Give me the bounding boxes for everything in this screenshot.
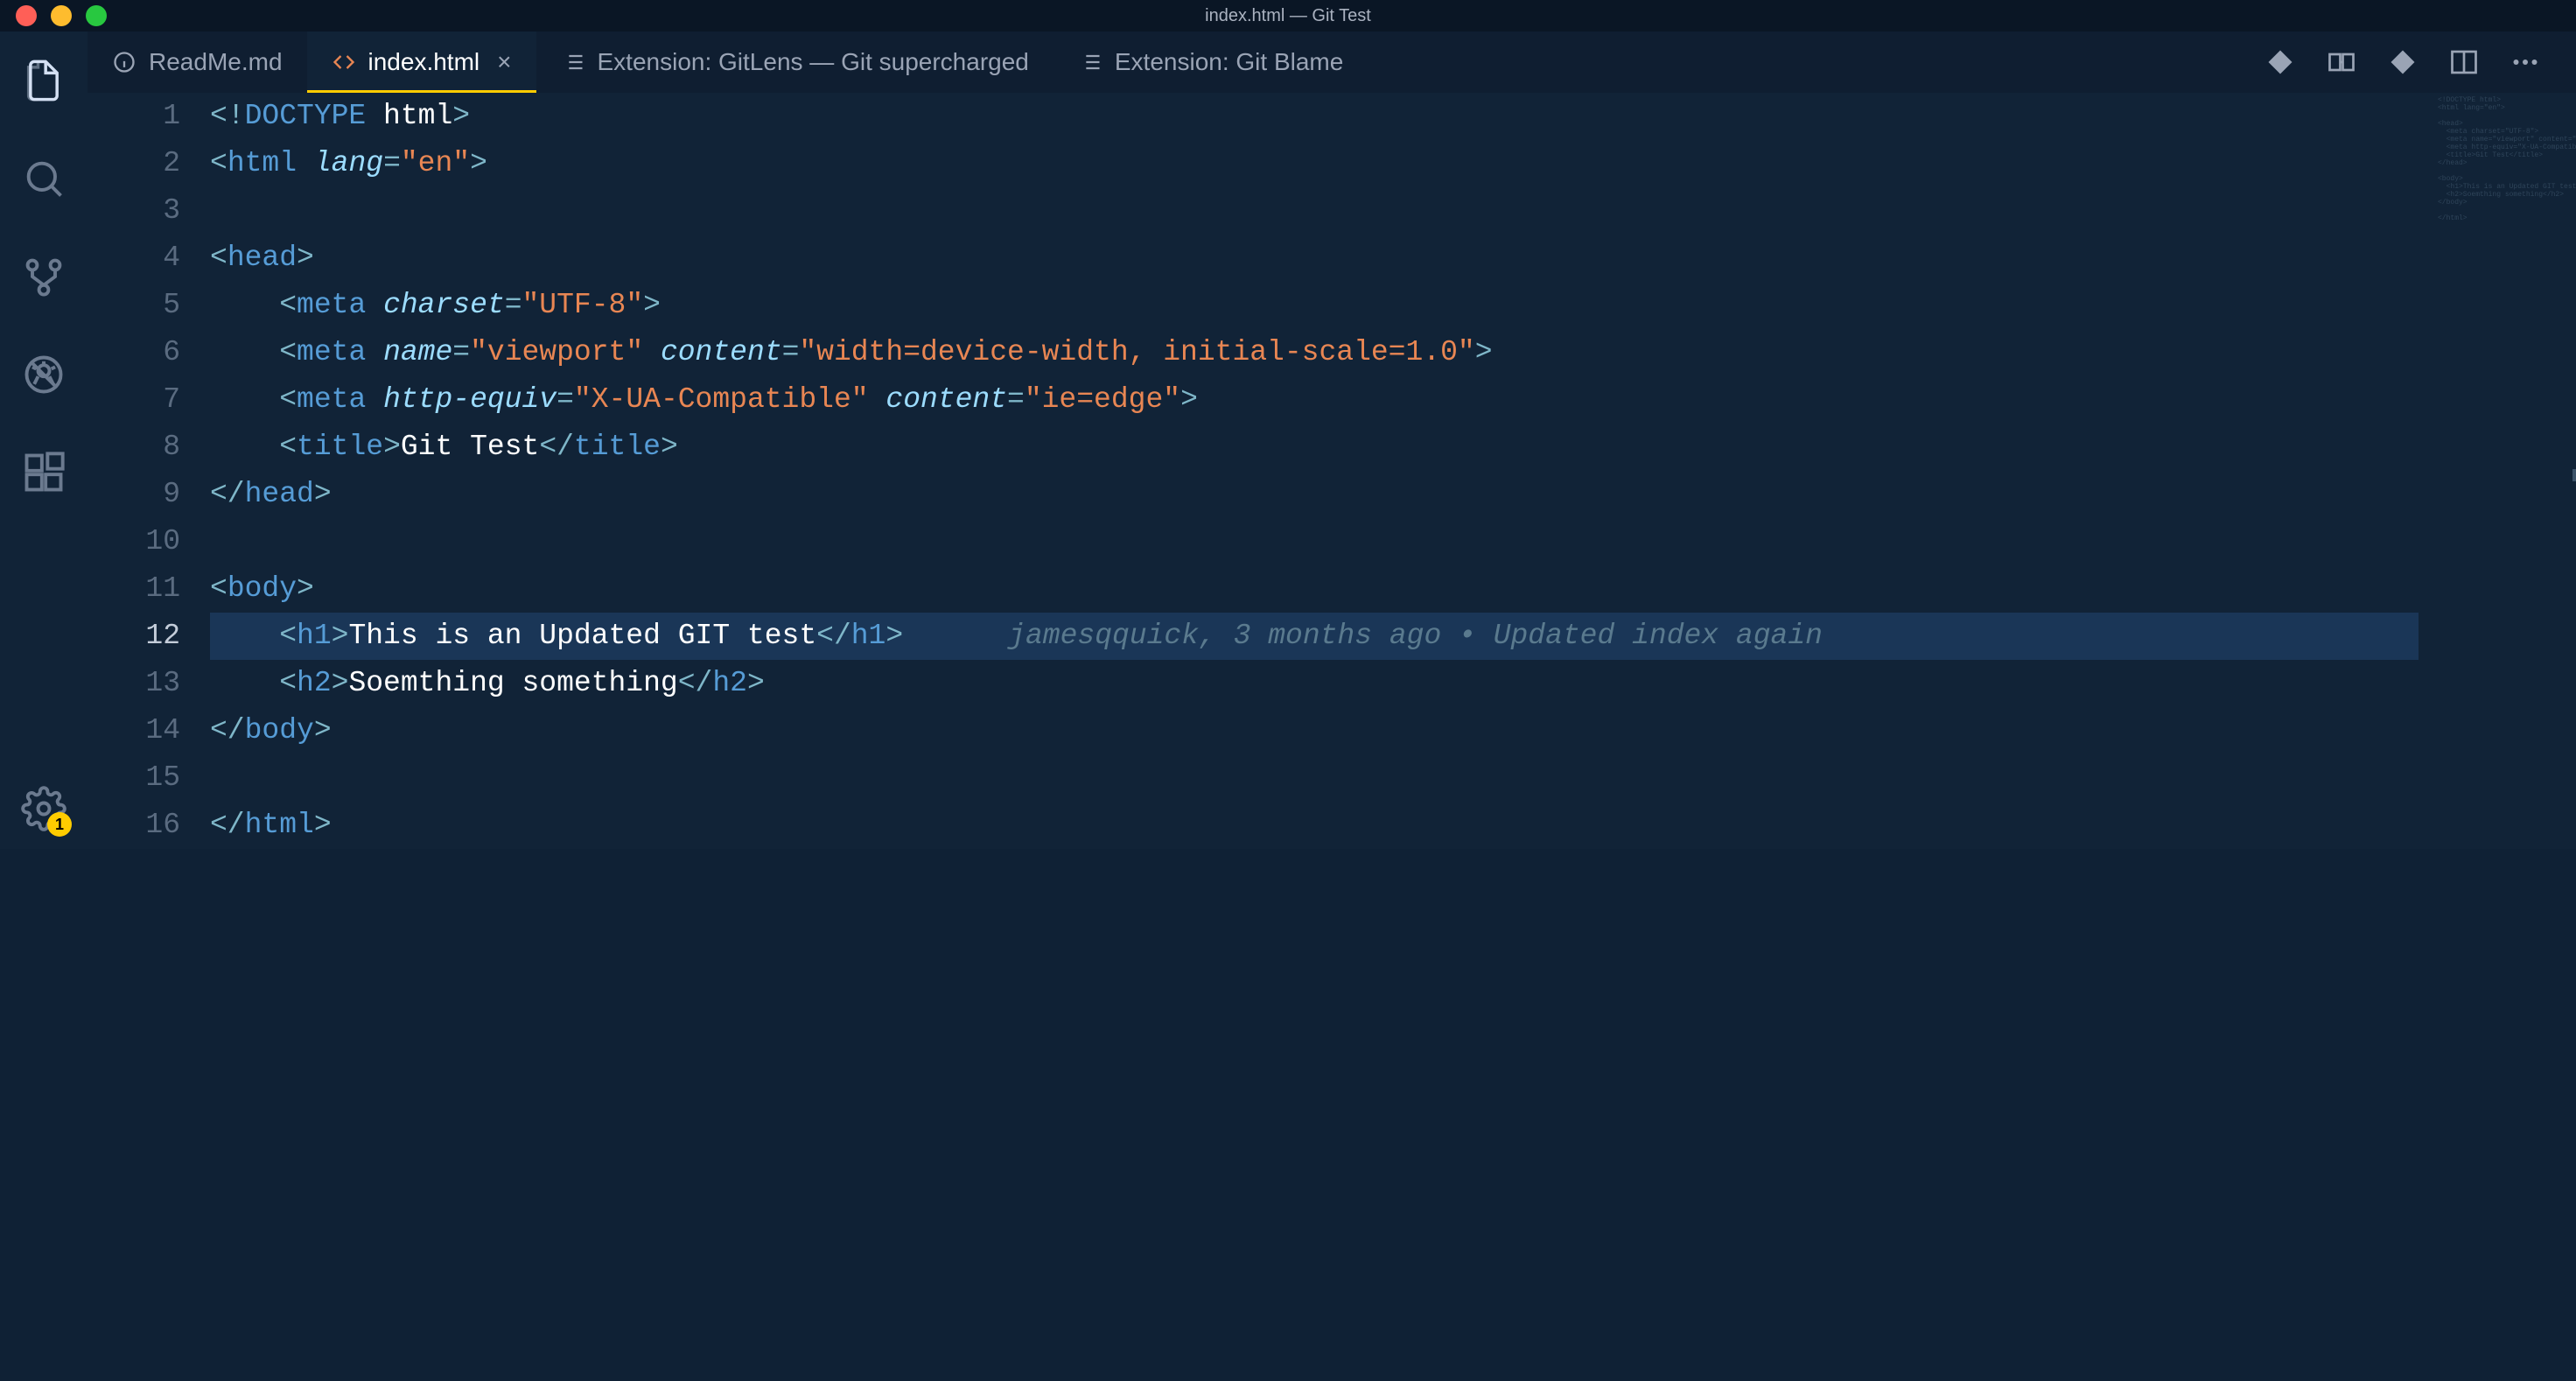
code-line[interactable] — [210, 754, 2418, 802]
extensions-icon[interactable] — [21, 450, 66, 495]
scroll-marker — [2572, 469, 2576, 481]
minimize-window-button[interactable] — [51, 5, 72, 26]
explorer-icon[interactable] — [21, 58, 66, 103]
line-number: 16 — [88, 802, 180, 849]
compare-changes-icon[interactable] — [2326, 46, 2357, 78]
line-number: 11 — [88, 565, 180, 613]
source-control-icon[interactable] — [21, 254, 66, 299]
tab-gitblame[interactable]: Extension: Git Blame — [1054, 32, 1368, 93]
traffic-lights — [0, 5, 107, 26]
line-number: 4 — [88, 235, 180, 282]
line-number: 13 — [88, 660, 180, 707]
tab-index-html[interactable]: index.html × — [307, 32, 536, 93]
editor-body[interactable]: 12345678910111213141516 <!DOCTYPE html><… — [88, 93, 2576, 849]
tab-actions — [2264, 32, 2567, 93]
tab-gitlens[interactable]: Extension: GitLens — Git supercharged — [536, 32, 1054, 93]
line-number: 1 — [88, 93, 180, 140]
editor-area: ReadMe.md index.html × Extension: GitLen… — [88, 32, 2576, 849]
main-layout: 1 ReadMe.md index.html × Extension: GitL… — [0, 32, 2576, 849]
line-number: 3 — [88, 187, 180, 235]
tab-bar: ReadMe.md index.html × Extension: GitLen… — [88, 32, 2576, 93]
line-number: 8 — [88, 424, 180, 471]
split-editor-icon[interactable] — [2448, 46, 2480, 78]
gitlens-diamond-icon[interactable] — [2387, 46, 2418, 78]
inline-blame: jamesqquick, 3 months ago • Updated inde… — [1008, 620, 1823, 652]
close-window-button[interactable] — [16, 5, 37, 26]
tab-label: Extension: Git Blame — [1115, 48, 1343, 76]
code-line[interactable]: <!DOCTYPE html> — [210, 93, 2418, 140]
code-line[interactable]: </head> — [210, 471, 2418, 518]
code-line[interactable]: <meta http-equiv="X-UA-Compatible" conte… — [210, 376, 2418, 424]
list-icon — [561, 50, 585, 74]
code-line[interactable]: <h1>This is an Updated GIT test</h1>jame… — [210, 613, 2418, 660]
code-line[interactable]: <body> — [210, 565, 2418, 613]
debug-icon[interactable] — [21, 352, 66, 397]
line-number: 5 — [88, 282, 180, 329]
tab-readme[interactable]: ReadMe.md — [88, 32, 307, 93]
code-line[interactable]: <html lang="en"> — [210, 140, 2418, 187]
settings-gear-icon[interactable]: 1 — [21, 786, 66, 831]
code-icon — [332, 50, 356, 74]
maximize-window-button[interactable] — [86, 5, 107, 26]
search-icon[interactable] — [21, 156, 66, 201]
tab-label: Extension: GitLens — Git supercharged — [598, 48, 1029, 76]
code-line[interactable]: <meta charset="UTF-8"> — [210, 282, 2418, 329]
tab-label: ReadMe.md — [149, 48, 283, 76]
settings-badge: 1 — [47, 812, 72, 837]
list-icon — [1078, 50, 1102, 74]
line-number: 10 — [88, 518, 180, 565]
code-line[interactable]: <h2>Soemthing something</h2> — [210, 660, 2418, 707]
activity-bar: 1 — [0, 32, 88, 849]
code-line[interactable]: <meta name="viewport" content="width=dev… — [210, 329, 2418, 376]
code-line[interactable]: </body> — [210, 707, 2418, 754]
line-number: 9 — [88, 471, 180, 518]
line-number: 12 — [88, 613, 180, 660]
close-tab-icon[interactable]: × — [497, 48, 511, 76]
line-number: 14 — [88, 707, 180, 754]
code-line[interactable] — [210, 187, 2418, 235]
more-icon[interactable] — [2510, 46, 2541, 78]
macos-titlebar: index.html — Git Test — [0, 0, 2576, 32]
activity-bottom: 1 — [0, 786, 88, 831]
app-root: index.html — Git Test 1 — [0, 0, 2576, 849]
line-number-gutter: 12345678910111213141516 — [88, 93, 210, 849]
info-icon — [112, 50, 136, 74]
line-number: 6 — [88, 329, 180, 376]
code-line[interactable]: <head> — [210, 235, 2418, 282]
line-number: 2 — [88, 140, 180, 187]
code-content[interactable]: <!DOCTYPE html><html lang="en"> <head> <m… — [210, 93, 2576, 849]
line-number: 7 — [88, 376, 180, 424]
code-line[interactable]: <title>Git Test</title> — [210, 424, 2418, 471]
code-line[interactable]: </html> — [210, 802, 2418, 849]
line-number: 15 — [88, 754, 180, 802]
window-title: index.html — Git Test — [1205, 6, 1371, 26]
gitlens-diamond-icon[interactable] — [2264, 46, 2296, 78]
tab-label: index.html — [368, 48, 480, 76]
code-line[interactable] — [210, 518, 2418, 565]
